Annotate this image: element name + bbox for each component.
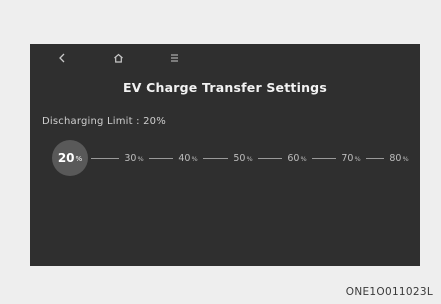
slider-step-60[interactable]: 60% <box>287 140 306 176</box>
discharging-limit-label: Discharging Limit : 20% <box>42 116 166 127</box>
top-nav-bar <box>30 44 420 74</box>
slider-step-value: 40 <box>178 152 191 164</box>
slider-step-value: 30 <box>124 152 137 164</box>
page-title: EV Charge Transfer Settings <box>123 80 327 95</box>
slider-step-unit: % <box>191 155 198 163</box>
slider-connector <box>312 157 336 159</box>
slider-step-unit: % <box>354 155 361 163</box>
slider-connector <box>149 157 173 159</box>
slider-step-20[interactable]: 20% <box>52 140 88 176</box>
discharging-limit-slider[interactable]: 20% 30% 40% 50% 60% 70% 80% <box>44 140 410 176</box>
slider-step-unit: % <box>75 155 83 163</box>
slider-step-value: 70 <box>341 152 354 164</box>
slider-step-70[interactable]: 70% <box>341 140 360 176</box>
slider-step-value: 20 <box>57 151 75 165</box>
slider-connector <box>203 157 228 159</box>
figure-code: ONE1O011023L <box>345 286 433 298</box>
slider-step-value: 80 <box>389 152 402 164</box>
figure-frame: EV Charge Transfer Settings Discharging … <box>0 0 441 304</box>
slider-step-40[interactable]: 40% <box>178 140 197 176</box>
back-icon[interactable] <box>54 51 70 65</box>
slider-connector <box>258 157 282 159</box>
infotainment-screen: EV Charge Transfer Settings Discharging … <box>30 44 420 266</box>
slider-step-30[interactable]: 30% <box>124 140 143 176</box>
slider-connector <box>366 157 384 159</box>
slider-step-unit: % <box>402 155 409 163</box>
slider-step-unit: % <box>300 155 307 163</box>
slider-step-80[interactable]: 80% <box>389 140 408 176</box>
slider-step-unit: % <box>137 155 144 163</box>
home-icon[interactable] <box>110 51 126 65</box>
slider-step-50[interactable]: 50% <box>233 140 252 176</box>
slider-step-value: 60 <box>287 152 300 164</box>
menu-icon[interactable] <box>166 51 182 65</box>
slider-step-value: 50 <box>233 152 246 164</box>
slider-step-unit: % <box>246 155 253 163</box>
slider-connector <box>91 157 119 159</box>
